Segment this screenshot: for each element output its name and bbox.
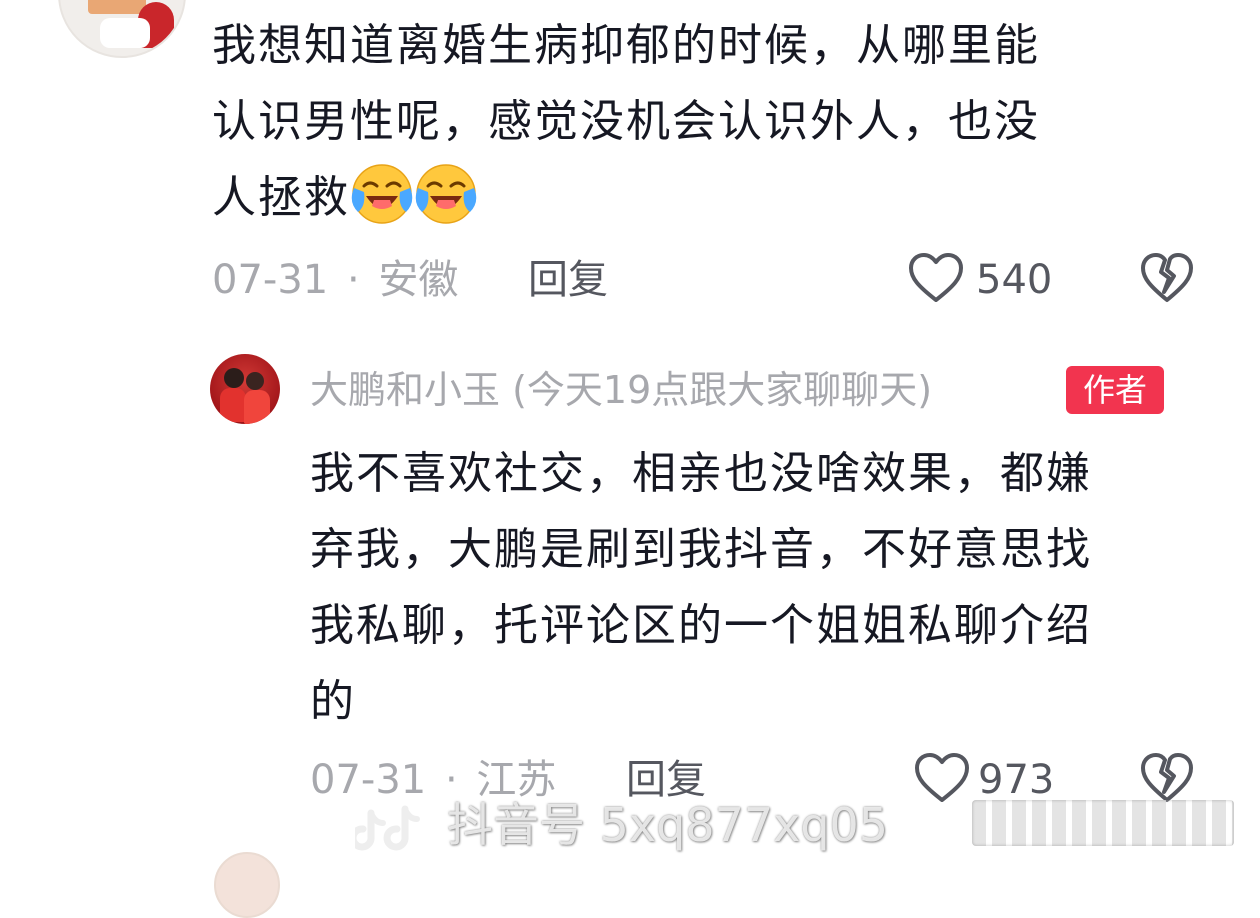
comment-date: 07-31 <box>212 257 329 303</box>
meta-separator: · <box>346 257 360 303</box>
commenter-avatar[interactable] <box>58 0 186 58</box>
comment-text: 我想知道离婚生病抑郁的时候，从哪里能 认识男性呢，感觉没机会认识外人，也没 人拯… <box>212 8 1192 236</box>
like-count: 540 <box>976 257 1053 303</box>
author-avatar[interactable] <box>214 852 280 918</box>
comment-line: 的 <box>310 676 356 727</box>
watermark-barcode <box>972 800 1234 846</box>
comment-line: 人拯救 <box>212 172 350 223</box>
reply-text: 我不喜欢社交，相亲也没啥效果，都嫌 弃我，大鹏是刷到我抖音，不好意思找 我私聊，… <box>310 436 1210 740</box>
comment-line-with-emoji: 人拯救 <box>212 160 1192 236</box>
comment-line: 我私聊，托评论区的一个姐姐私聊介绍 <box>310 600 1092 651</box>
heart-outline-icon[interactable] <box>908 252 964 304</box>
crying-laughing-emoji <box>351 164 413 224</box>
comment-line: 我想知道离婚生病抑郁的时候，从哪里能 <box>212 20 1040 71</box>
comment-location: 安徽 <box>378 257 459 303</box>
comment-meta: 07-31 · 安徽 <box>212 256 458 304</box>
broken-heart-icon[interactable] <box>1140 252 1194 304</box>
douyin-logo-icon <box>355 805 420 850</box>
reply-button[interactable]: 回复 <box>528 256 608 304</box>
comment-line: 我不喜欢社交，相亲也没啥效果，都嫌 <box>310 448 1092 499</box>
crying-laughing-emoji <box>415 164 477 224</box>
comment-line: 弃我，大鹏是刷到我抖音，不好意思找 <box>310 524 1092 575</box>
author-name[interactable]: 大鹏和小玉 (今天19点跟大家聊聊天) <box>310 366 932 414</box>
watermark-text: 抖音号 5xq877xq05 <box>447 798 889 852</box>
author-avatar[interactable] <box>210 354 280 424</box>
author-badge: 作者 <box>1066 366 1164 414</box>
comment-line: 认识男性呢，感觉没机会认识外人，也没 <box>212 96 1040 147</box>
